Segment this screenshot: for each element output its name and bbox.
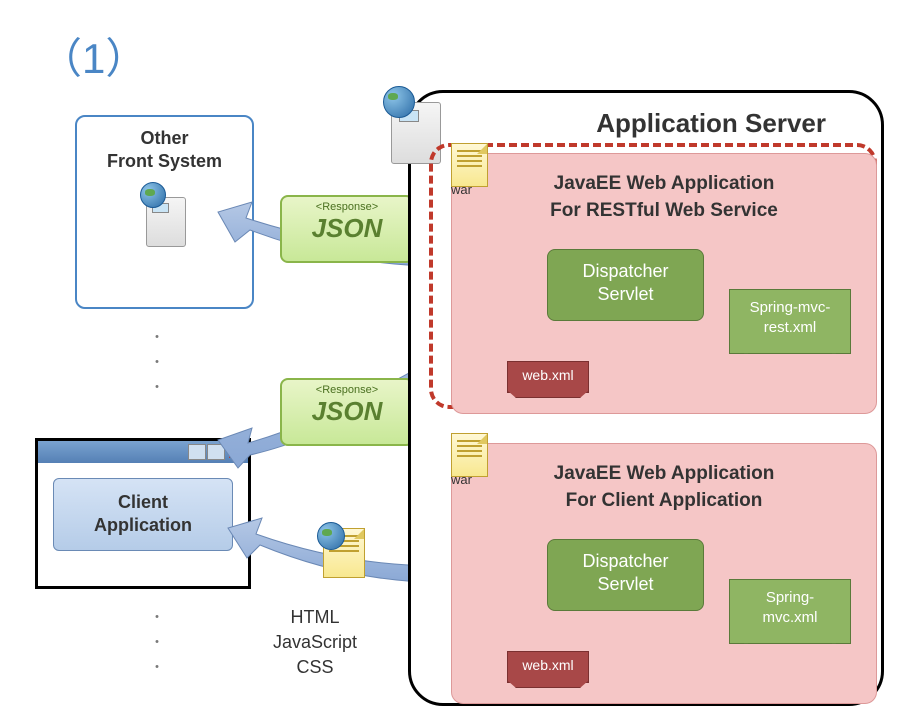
json-response-badge: <Response> JSON [280, 378, 414, 446]
globe-icon [140, 182, 166, 208]
javaee-rest-box: JavaEE Web Application For RESTful Web S… [451, 153, 877, 414]
label: Spring-mvc- [750, 299, 831, 316]
war-file-icon: war [451, 143, 493, 197]
label: Front System [107, 151, 222, 171]
label: JavaScript [273, 632, 357, 652]
label: Dispatcher [582, 261, 668, 281]
label: For Client Application [566, 490, 763, 511]
label: Servlet [597, 574, 653, 594]
other-front-system-box: Other Front System [75, 115, 254, 309]
server-icon [140, 182, 190, 247]
label: JavaEE Web Application [554, 173, 775, 194]
server-icon [383, 86, 443, 164]
webxml-box: web.xml [507, 361, 589, 393]
dispatcher-servlet-box: Dispatcher Servlet [547, 539, 704, 611]
war-file-icon: war [451, 433, 493, 487]
diagram-number: （1） [40, 25, 147, 86]
label: rest.xml [764, 319, 817, 336]
application-server-title: Application Server [596, 108, 826, 139]
json-response-badge: <Response> JSON [280, 195, 414, 263]
label: HTML [291, 607, 340, 627]
response-tag: <Response> [282, 201, 412, 213]
other-front-title: Other Front System [87, 127, 242, 174]
html-stack-label: HTML JavaScript CSS [273, 605, 357, 681]
label: Other [140, 128, 188, 148]
client-application-button: Client Application [53, 478, 233, 551]
label: Servlet [597, 284, 653, 304]
spring-xml-box: Spring- mvc.xml [729, 579, 851, 644]
label: CSS [297, 657, 334, 677]
label: mvc.xml [763, 609, 818, 626]
label: Client [118, 492, 168, 512]
javaee-client-box: JavaEE Web Application For Client Applic… [451, 443, 877, 704]
label: JavaEE Web Application [554, 463, 775, 484]
javaee-client-title: JavaEE Web Application For Client Applic… [464, 461, 864, 514]
label: Application [94, 515, 192, 535]
ellipsis: ・・・ [150, 325, 164, 401]
application-server-container: Application Server JavaEE Web Applicatio… [408, 90, 884, 706]
label: Dispatcher [582, 551, 668, 571]
json-label: JSON [282, 396, 412, 427]
war-label: war [451, 472, 472, 487]
titlebar [38, 441, 248, 463]
spring-xml-box: Spring-mvc- rest.xml [729, 289, 851, 354]
label: Spring- [766, 589, 814, 606]
client-application-window: Client Application [35, 438, 251, 589]
dispatcher-servlet-box: Dispatcher Servlet [547, 249, 704, 321]
globe-icon [317, 522, 345, 550]
war-label: war [451, 182, 472, 197]
javaee-rest-title: JavaEE Web Application For RESTful Web S… [464, 171, 864, 224]
webxml-box: web.xml [507, 651, 589, 683]
document-icon [323, 528, 371, 586]
ellipsis: ・・・ [150, 605, 164, 681]
json-label: JSON [282, 213, 412, 244]
response-tag: <Response> [282, 384, 412, 396]
globe-icon [383, 86, 415, 118]
label: For RESTful Web Service [550, 200, 778, 221]
